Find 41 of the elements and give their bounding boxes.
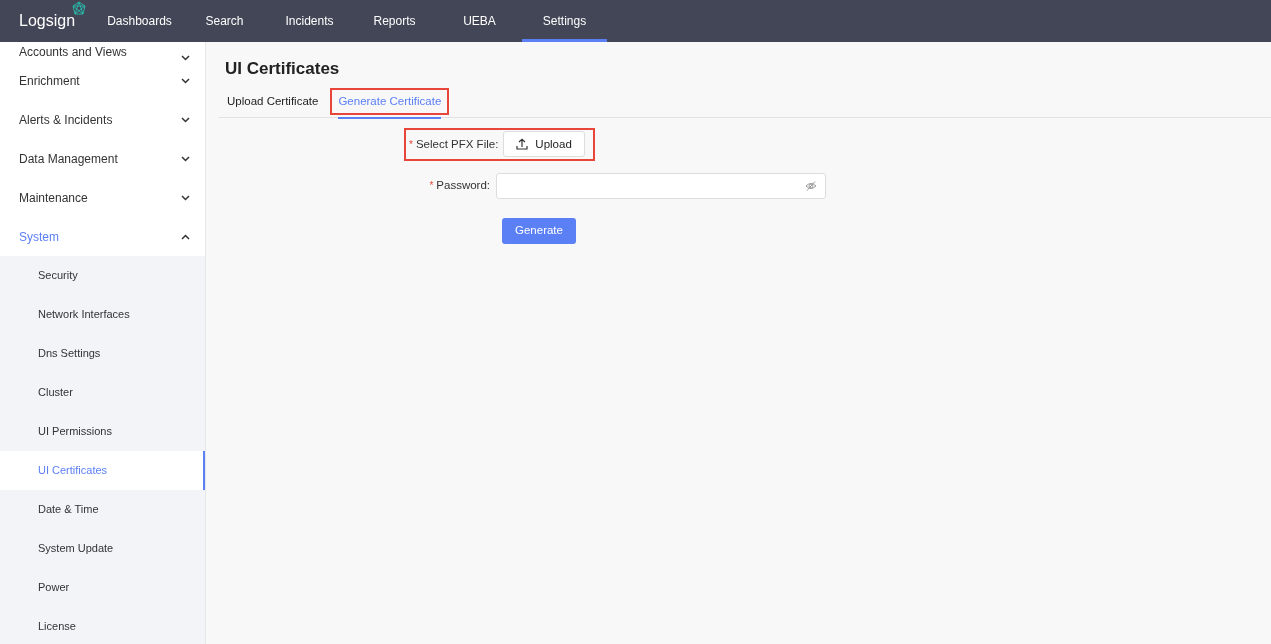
generate-button[interactable]: Generate [502, 217, 576, 244]
sidebar-subitem[interactable]: Network Interfaces [0, 295, 205, 334]
sidebar-item[interactable]: Enrichment [0, 61, 205, 100]
sidebar-subitem[interactable]: UI Permissions [0, 412, 205, 451]
page-title: UI Certificates [225, 58, 341, 80]
sidebar-subitem[interactable]: Security [0, 256, 205, 295]
required-asterisk: * [429, 179, 434, 194]
eye-slash-icon [805, 179, 817, 192]
sidebar-item[interactable]: Alerts & Incidents [0, 100, 205, 139]
chevron-down-icon [181, 155, 190, 162]
sidebar-subitem[interactable]: System Update [0, 529, 205, 568]
chevron-up-icon [181, 233, 190, 240]
sidebar-item[interactable]: Accounts and Views [0, 42, 205, 61]
sidebar-item[interactable]: Maintenance [0, 178, 205, 217]
nav-tab[interactable]: Settings [522, 0, 607, 42]
tab[interactable]: Generate Certificate [338, 92, 442, 119]
nav-tab[interactable]: UEBA [437, 0, 522, 42]
field-label: Select PFX File: [415, 136, 499, 152]
logo: Logsign [19, 9, 88, 33]
chevron-down-icon [181, 116, 190, 123]
sidebar-subitem[interactable]: License [0, 607, 205, 644]
sidebar-subitem[interactable]: Date & Time [0, 490, 205, 529]
nav-tab[interactable]: Reports [352, 0, 437, 42]
nav-tab[interactable]: Incidents [267, 0, 352, 42]
chevron-down-icon [181, 194, 190, 201]
upload-icon [516, 138, 529, 151]
nav-tab[interactable]: Search [182, 0, 267, 42]
sidebar-subitem[interactable]: Cluster [0, 373, 205, 412]
chevron-down-icon [181, 77, 190, 84]
sidebar-item[interactable]: Data Management [0, 139, 205, 178]
required-asterisk: * [409, 137, 413, 152]
sidebar-subitem[interactable]: Dns Settings [0, 334, 205, 373]
sidebar-subitem[interactable]: Power [0, 568, 205, 607]
field-label: Password: [436, 178, 490, 194]
nav-tab[interactable]: Dashboards [97, 0, 182, 42]
sidebar-item[interactable]: System [0, 217, 205, 256]
sidebar-subitem[interactable]: UI Certificates [0, 451, 205, 490]
tab[interactable]: Upload Certificate [227, 92, 319, 119]
password-field[interactable] [496, 172, 826, 199]
chevron-down-icon [181, 55, 190, 61]
upload-button[interactable]: Upload [503, 131, 585, 158]
